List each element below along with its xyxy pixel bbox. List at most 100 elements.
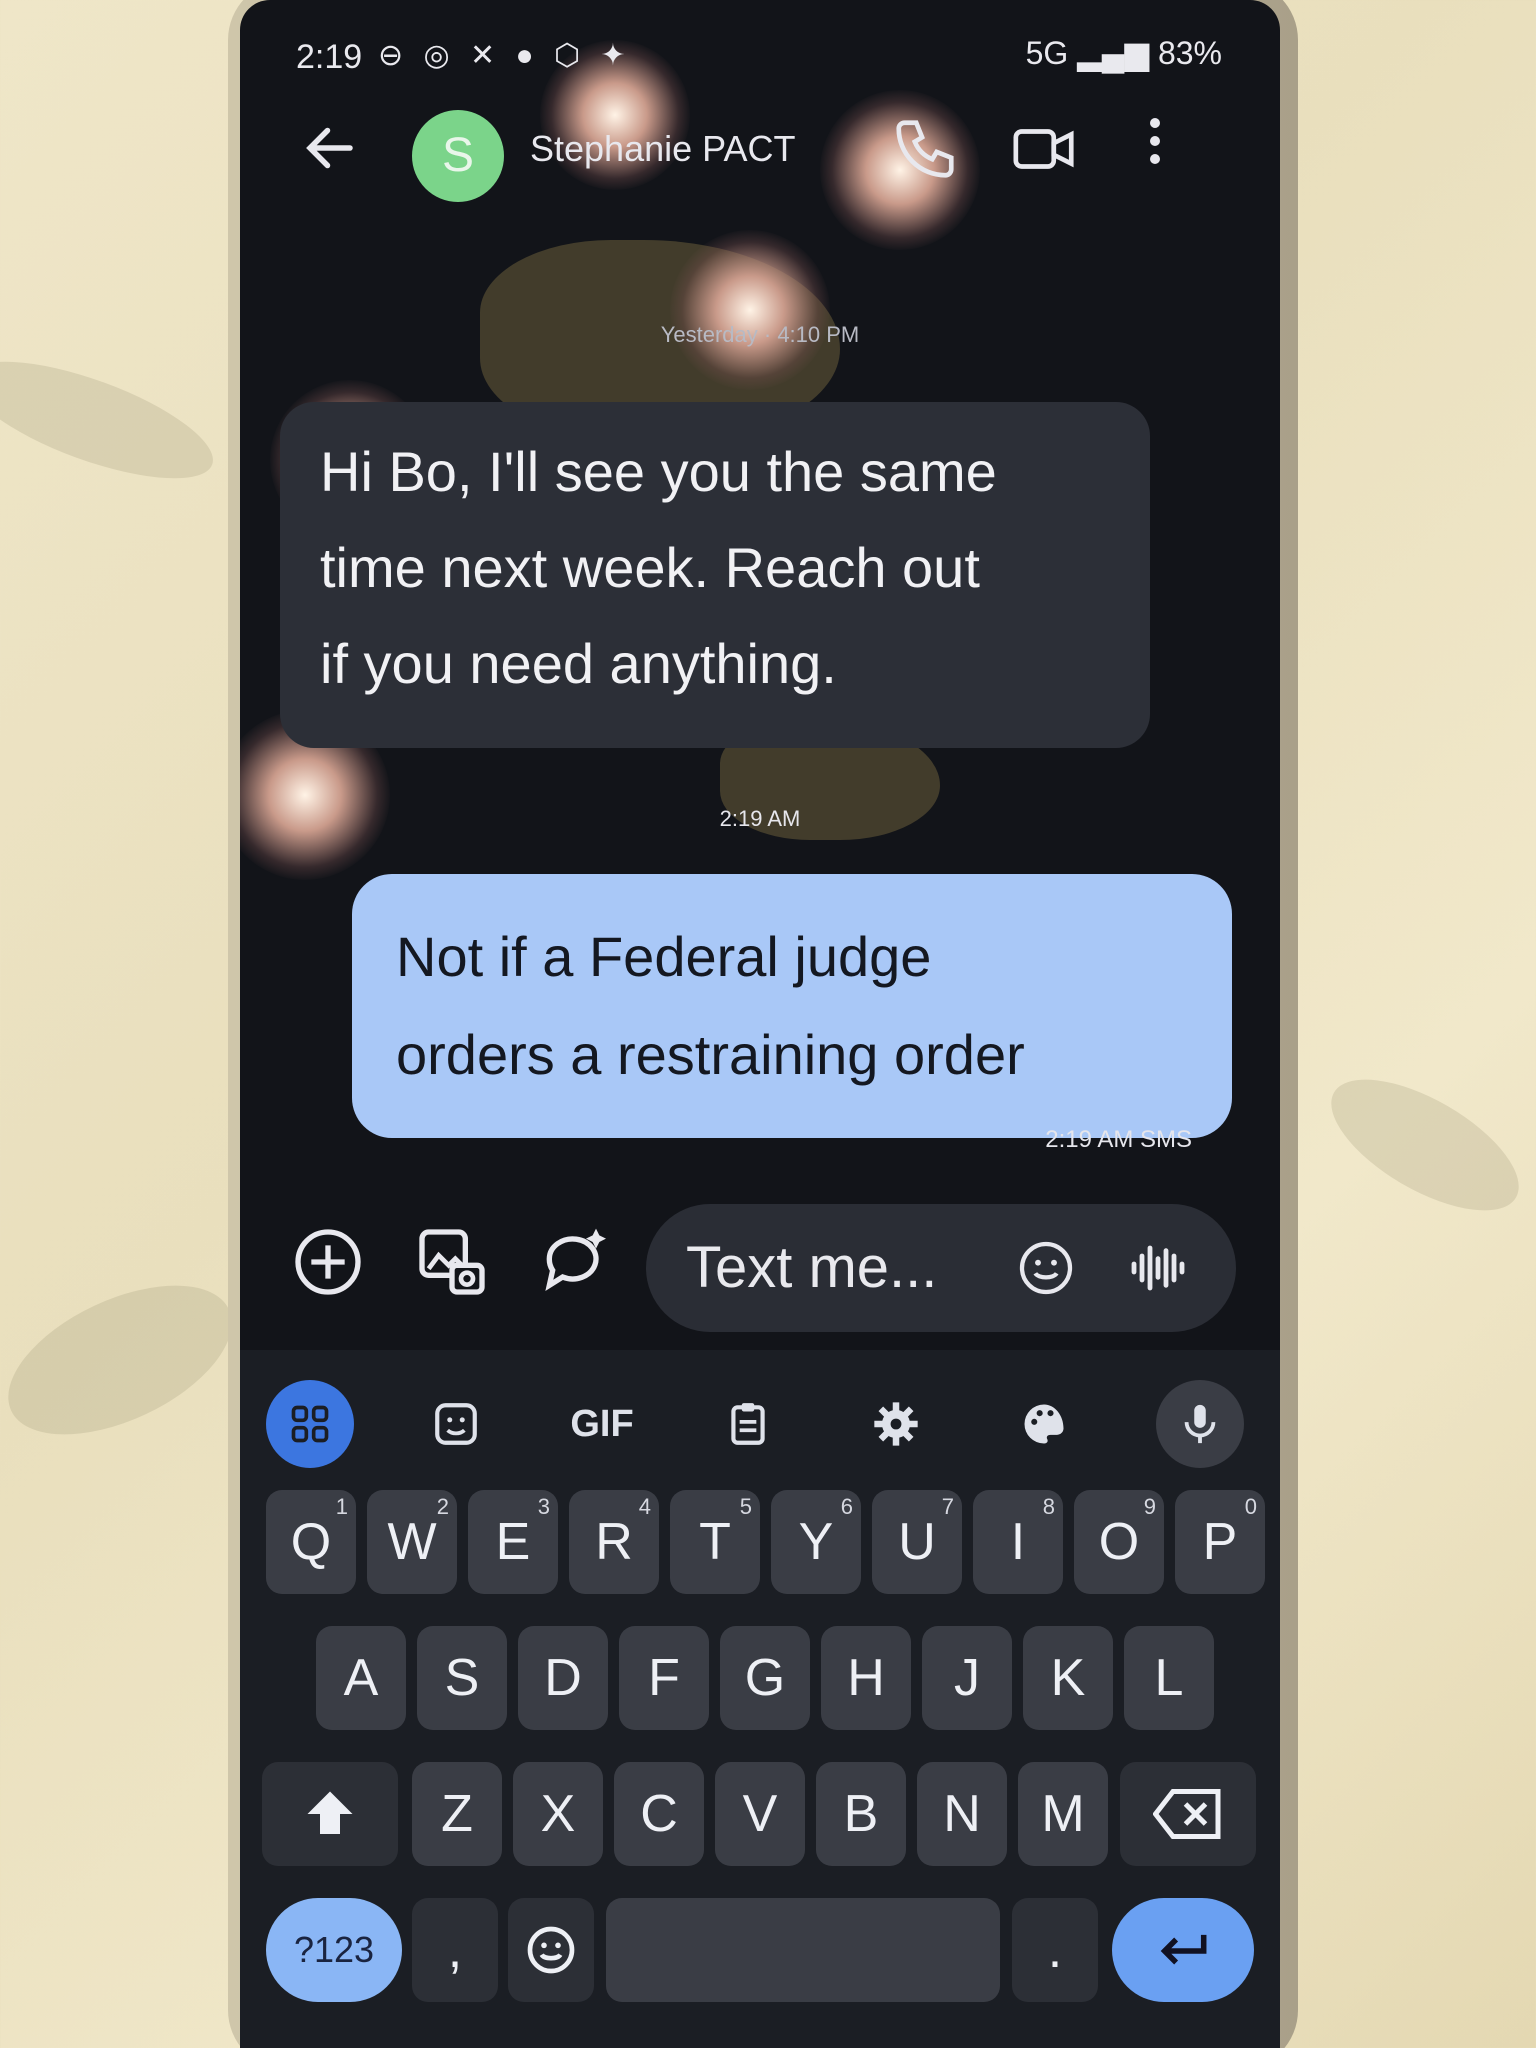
shift-key[interactable] bbox=[262, 1762, 398, 1866]
video-call-icon[interactable] bbox=[1010, 114, 1080, 184]
key-m[interactable]: M bbox=[1018, 1762, 1108, 1866]
clipboard-icon[interactable] bbox=[704, 1380, 792, 1468]
key-i[interactable]: I8 bbox=[973, 1490, 1063, 1594]
period-key[interactable]: . bbox=[1012, 1898, 1098, 2002]
keyboard-row-2: ASDFGHJKL bbox=[240, 1626, 1280, 1736]
key-z[interactable]: Z bbox=[412, 1762, 502, 1866]
smart-reply-icon[interactable] bbox=[536, 1222, 616, 1302]
key-label: E bbox=[495, 1513, 531, 1571]
space-key[interactable] bbox=[606, 1898, 1000, 2002]
key-c[interactable]: C bbox=[614, 1762, 704, 1866]
status-time: 2:19 bbox=[296, 38, 363, 76]
key-x[interactable]: X bbox=[513, 1762, 603, 1866]
key-p[interactable]: P0 bbox=[1175, 1490, 1265, 1594]
phone-call-icon[interactable] bbox=[890, 114, 960, 184]
on-screen-keyboard: GIF Q1W2E3R4T5Y6U7I8O9P0 ASDFGHJKL ZXCV bbox=[240, 1350, 1280, 2048]
key-number-hint: 9 bbox=[1143, 1494, 1156, 1519]
key-n[interactable]: N bbox=[917, 1762, 1007, 1866]
keyboard-row-3: ZXCVBNM bbox=[240, 1762, 1280, 1872]
incoming-message-bubble[interactable]: Hi Bo, I'll see you the same time next w… bbox=[280, 402, 1150, 748]
key-number-hint: 6 bbox=[840, 1494, 853, 1519]
marble-vein bbox=[0, 1254, 255, 1466]
key-number-hint: 1 bbox=[335, 1494, 348, 1519]
gif-button[interactable]: GIF bbox=[558, 1380, 646, 1468]
theme-palette-icon[interactable] bbox=[1000, 1380, 1088, 1468]
key-w[interactable]: W2 bbox=[367, 1490, 457, 1594]
key-label: I bbox=[1010, 1513, 1026, 1571]
key-k[interactable]: K bbox=[1023, 1626, 1113, 1730]
key-label: Y bbox=[798, 1513, 834, 1571]
arrow-left-icon[interactable] bbox=[300, 118, 360, 178]
message-line: Hi Bo, I'll see you the same bbox=[320, 440, 997, 503]
key-label: T bbox=[699, 1513, 731, 1571]
gallery-camera-icon[interactable] bbox=[412, 1222, 492, 1302]
status-bar: 2:19 ⊖ ◎ ✕ ● ⬡ ✦ 5G ▂▄▆ 83% bbox=[240, 30, 1280, 80]
avatar[interactable]: S bbox=[412, 110, 504, 202]
key-label: Q bbox=[290, 1513, 332, 1571]
key-label: W bbox=[387, 1513, 437, 1571]
key-number-hint: 7 bbox=[941, 1494, 954, 1519]
microphone-icon[interactable] bbox=[1156, 1380, 1244, 1468]
sticker-icon[interactable] bbox=[412, 1380, 500, 1468]
key-l[interactable]: L bbox=[1124, 1626, 1214, 1730]
key-a[interactable]: A bbox=[316, 1626, 406, 1730]
key-e[interactable]: E3 bbox=[468, 1490, 558, 1594]
keyboard-row-1: Q1W2E3R4T5Y6U7I8O9P0 bbox=[240, 1490, 1280, 1600]
message-timestamp: Yesterday · 4:10 PM bbox=[660, 322, 860, 347]
key-label: U bbox=[898, 1513, 936, 1571]
key-label: R bbox=[595, 1513, 633, 1571]
marble-vein bbox=[0, 337, 226, 503]
contact-name[interactable]: Stephanie PACT bbox=[530, 128, 795, 170]
outgoing-message-bubble[interactable]: Not if a Federal judge orders a restrain… bbox=[352, 874, 1232, 1138]
message-line: time next week. Reach out bbox=[320, 536, 980, 599]
light-reflection bbox=[670, 230, 830, 390]
status-notification-icons: ⊖ ◎ ✕ ● ⬡ ✦ bbox=[378, 39, 632, 72]
key-number-hint: 4 bbox=[638, 1494, 651, 1519]
key-number-hint: 8 bbox=[1042, 1494, 1055, 1519]
apps-grid-icon[interactable] bbox=[266, 1380, 354, 1468]
conversation-header: S Stephanie PACT bbox=[240, 100, 1280, 210]
keyboard-toolbar: GIF bbox=[240, 1370, 1280, 1470]
compose-bar bbox=[240, 1200, 1280, 1340]
keyboard-row-4: ?123 , . bbox=[240, 1898, 1280, 2008]
settings-gear-icon[interactable] bbox=[852, 1380, 940, 1468]
message-line: Not if a Federal judge bbox=[396, 925, 932, 988]
symbols-key[interactable]: ?123 bbox=[266, 1898, 402, 2002]
key-g[interactable]: G bbox=[720, 1626, 810, 1730]
enter-key[interactable] bbox=[1112, 1898, 1254, 2002]
key-d[interactable]: D bbox=[518, 1626, 608, 1730]
message-input-container bbox=[646, 1204, 1236, 1332]
key-q[interactable]: Q1 bbox=[266, 1490, 356, 1594]
comma-key[interactable]: , bbox=[412, 1898, 498, 2002]
key-number-hint: 3 bbox=[537, 1494, 550, 1519]
key-label: P bbox=[1202, 1513, 1238, 1571]
key-t[interactable]: T5 bbox=[670, 1490, 760, 1594]
message-timestamp: 2:19 AM bbox=[719, 806, 801, 831]
key-f[interactable]: F bbox=[619, 1626, 709, 1730]
key-h[interactable]: H bbox=[821, 1626, 911, 1730]
message-line: orders a restraining order bbox=[396, 1023, 1025, 1086]
key-y[interactable]: Y6 bbox=[771, 1490, 861, 1594]
key-o[interactable]: O9 bbox=[1074, 1490, 1164, 1594]
message-delivery-meta: 2:19 AM SMS bbox=[1045, 1126, 1192, 1153]
key-s[interactable]: S bbox=[417, 1626, 507, 1730]
phone-screen: 2:19 ⊖ ◎ ✕ ● ⬡ ✦ 5G ▂▄▆ 83% S Stephanie … bbox=[240, 0, 1280, 2048]
key-j[interactable]: J bbox=[922, 1626, 1012, 1730]
key-v[interactable]: V bbox=[715, 1762, 805, 1866]
voice-message-icon[interactable] bbox=[1126, 1240, 1190, 1296]
emoji-icon[interactable] bbox=[1014, 1236, 1078, 1300]
message-input[interactable] bbox=[686, 1234, 1006, 1300]
key-number-hint: 5 bbox=[739, 1494, 752, 1519]
marble-vein bbox=[1311, 1053, 1536, 1237]
message-line: if you need anything. bbox=[320, 632, 837, 695]
more-options-icon[interactable] bbox=[1140, 110, 1170, 190]
emoji-key[interactable] bbox=[508, 1898, 594, 2002]
key-u[interactable]: U7 bbox=[872, 1490, 962, 1594]
add-attachment-icon[interactable] bbox=[288, 1222, 368, 1302]
key-number-hint: 2 bbox=[436, 1494, 449, 1519]
key-r[interactable]: R4 bbox=[569, 1490, 659, 1594]
backspace-key[interactable] bbox=[1120, 1762, 1256, 1866]
key-number-hint: 0 bbox=[1244, 1494, 1257, 1519]
status-signal-battery: 5G ▂▄▆ 83% bbox=[1025, 35, 1222, 71]
key-b[interactable]: B bbox=[816, 1762, 906, 1866]
